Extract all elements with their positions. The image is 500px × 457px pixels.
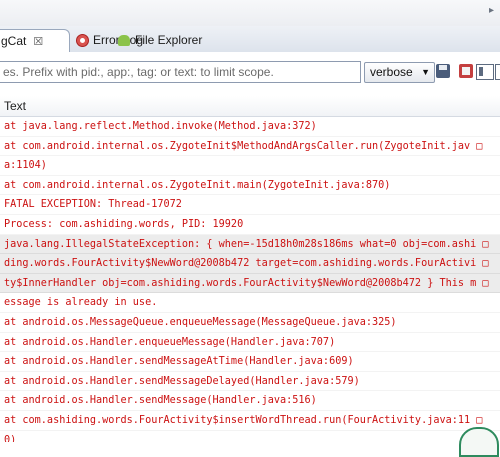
log-row[interactable]: java.lang.IllegalStateException: { when=… xyxy=(0,234,500,255)
view-tab-bar: gCat ☒ Error Log File Explorer xyxy=(0,26,500,70)
log-row[interactable]: at com.ashiding.words.FourActivity$inser… xyxy=(0,411,500,431)
floating-assistant-badge xyxy=(459,427,499,457)
tab-logcat[interactable]: gCat ☒ xyxy=(0,29,70,52)
top-toolbar-strip: ▸ xyxy=(0,0,500,27)
tab-file-explorer[interactable]: File Explorer xyxy=(118,29,202,51)
save-icon[interactable] xyxy=(436,64,450,78)
log-row[interactable]: 0) xyxy=(0,431,500,443)
scroll-right-icon[interactable]: ▸ xyxy=(489,5,494,16)
search-input[interactable]: es. Prefix with pid:, app:, tag: or text… xyxy=(0,61,361,83)
chevron-down-icon: ▼ xyxy=(421,67,430,77)
close-tab-icon[interactable]: ☒ xyxy=(33,35,43,48)
log-row[interactable]: essage is already in use. xyxy=(0,293,500,313)
log-row[interactable]: at com.android.internal.os.ZygoteInit$Me… xyxy=(0,137,500,157)
log-level-value: verbose xyxy=(370,65,413,79)
search-placeholder: es. Prefix with pid:, app:, tag: or text… xyxy=(3,65,274,79)
column-header-text[interactable]: Text xyxy=(0,96,500,117)
log-level-select[interactable]: verbose ▼ xyxy=(364,62,435,83)
log-row[interactable]: ding.words.FourActivity$NewWord@2008b472… xyxy=(0,254,500,274)
error-log-icon xyxy=(76,33,89,47)
log-table[interactable]: at java.lang.reflect.Method.invoke(Metho… xyxy=(0,117,500,442)
column-header-label: Text xyxy=(4,99,27,113)
filter-bar: es. Prefix with pid:, app:, tag: or text… xyxy=(0,52,500,96)
log-row[interactable]: at android.os.Handler.sendMessage(Handle… xyxy=(0,391,500,411)
log-row[interactable]: at android.os.Handler.sendMessageAtTime(… xyxy=(0,352,500,372)
android-icon xyxy=(118,34,130,46)
log-row[interactable]: at android.os.MessageQueue.enqueueMessag… xyxy=(0,313,500,333)
log-row[interactable]: at java.lang.reflect.Method.invoke(Metho… xyxy=(0,117,500,137)
view-menu-icon[interactable] xyxy=(495,64,500,80)
scroll-lock-icon[interactable] xyxy=(476,64,494,80)
log-row[interactable]: at android.os.Handler.enqueueMessage(Han… xyxy=(0,333,500,353)
clear-log-icon[interactable] xyxy=(459,64,473,78)
log-row[interactable]: Process: com.ashiding.words, PID: 19920 xyxy=(0,215,500,235)
log-row[interactable]: FATAL EXCEPTION: Thread-17072 xyxy=(0,195,500,215)
tab-logcat-label: gCat xyxy=(1,34,27,48)
log-row[interactable]: at android.os.Handler.sendMessageDelayed… xyxy=(0,372,500,392)
log-row[interactable]: a:1104) xyxy=(0,156,500,176)
log-row[interactable]: at com.android.internal.os.ZygoteInit.ma… xyxy=(0,176,500,196)
log-row[interactable]: ty$InnerHandler obj=com.ashiding.words.F… xyxy=(0,273,500,294)
tab-file-explorer-label: File Explorer xyxy=(135,33,203,47)
